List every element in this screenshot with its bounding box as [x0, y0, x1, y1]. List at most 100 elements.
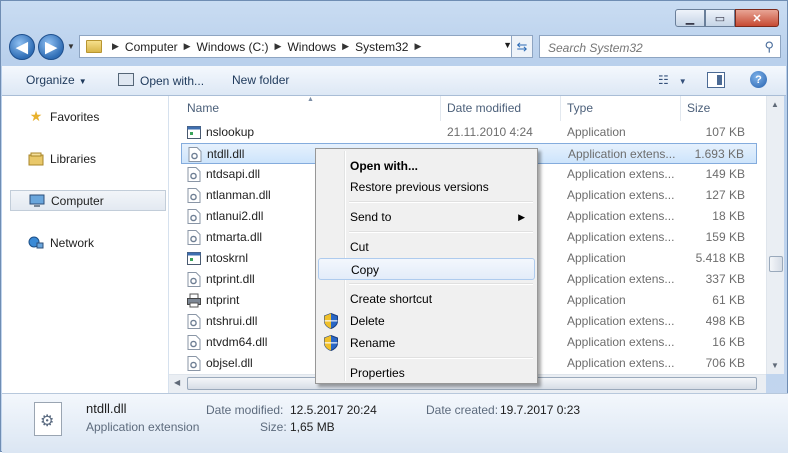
- help-icon[interactable]: ?: [750, 71, 767, 88]
- dll-file-icon: [187, 314, 201, 329]
- sidebar-item-label: Network: [50, 235, 95, 250]
- star-icon: ★: [29, 108, 43, 124]
- refresh-icon: ⇆: [516, 38, 528, 54]
- chevron-right-icon[interactable]: ▶: [342, 41, 349, 52]
- menu-item-restore-previous-versions[interactable]: Restore previous versions: [318, 176, 535, 198]
- dll-file-icon: [187, 188, 201, 203]
- file-size: 159 KB: [705, 230, 745, 244]
- file-row[interactable]: nslookup 21.11.2010 4:24 Application 107 KB: [181, 122, 757, 143]
- file-name: nslookup: [206, 125, 255, 139]
- file-name: objsel.dll: [206, 356, 253, 370]
- column-header-date[interactable]: Date modified: [441, 96, 561, 121]
- file-size: 18 KB: [712, 209, 745, 223]
- details-file-name: ntdll.dll: [86, 401, 127, 416]
- caption-buttons: ▁ ▭ ✕: [675, 9, 779, 27]
- column-headers: ▲ Name Date modified Type Size: [169, 96, 766, 121]
- dll-file-icon: [187, 167, 201, 182]
- file-size: 127 KB: [705, 188, 745, 202]
- file-name: ntoskrnl: [206, 251, 249, 265]
- breadcrumb-windows-c[interactable]: Windows (C:): [197, 40, 269, 54]
- chevron-right-icon[interactable]: ▶: [184, 41, 191, 52]
- menu-item-create-shortcut[interactable]: Create shortcut: [318, 288, 535, 310]
- vertical-scrollbar[interactable]: ▲ ▼: [766, 96, 784, 374]
- file-size: 706 KB: [705, 356, 745, 370]
- dll-file-icon: [187, 272, 201, 287]
- file-name: ntprint.dll: [206, 272, 255, 286]
- file-type: Application extens...: [567, 335, 675, 349]
- file-name: ntvdm64.dll: [206, 335, 268, 349]
- sidebar-item-label: Computer: [51, 193, 104, 208]
- change-view-button[interactable]: ☷ ▼: [658, 73, 687, 87]
- menu-item-delete[interactable]: Delete: [318, 310, 535, 332]
- file-size: 337 KB: [705, 272, 745, 286]
- menu-item-label: Copy: [351, 263, 380, 277]
- file-size: 107 KB: [705, 125, 745, 139]
- scroll-up-icon[interactable]: ▲: [771, 100, 779, 109]
- chevron-down-icon: ▼: [678, 77, 687, 86]
- column-header-size[interactable]: Size: [681, 96, 766, 121]
- close-button[interactable]: ✕: [735, 9, 779, 27]
- recent-pages-dropdown-icon[interactable]: ▼: [67, 42, 75, 51]
- details-size-label: Size:: [260, 420, 287, 434]
- dll-file-icon: [187, 230, 201, 245]
- menu-item-label: Delete: [350, 314, 385, 328]
- organize-button[interactable]: Organize ▼: [26, 73, 87, 87]
- address-bar[interactable]: ▶ Computer ▶ Windows (C:) ▶ Windows ▶ Sy…: [79, 35, 529, 58]
- scroll-thumb[interactable]: [769, 256, 783, 272]
- scroll-left-icon[interactable]: ◀: [174, 378, 180, 387]
- chevron-right-icon[interactable]: ▶: [275, 41, 282, 52]
- column-header-type[interactable]: Type: [561, 96, 681, 121]
- library-icon: [28, 151, 44, 167]
- search-icon[interactable]: ⚲: [764, 39, 774, 55]
- file-name: ntlanui2.dll: [206, 209, 264, 223]
- file-size: 149 KB: [705, 167, 745, 181]
- breadcrumb-computer[interactable]: Computer: [125, 40, 178, 54]
- file-type: Application extens...: [567, 209, 675, 223]
- menu-item-rename[interactable]: Rename: [318, 332, 535, 354]
- maximize-button[interactable]: ▭: [705, 9, 735, 27]
- preview-pane-icon[interactable]: [707, 72, 725, 88]
- forward-button[interactable]: ▶: [38, 34, 64, 60]
- file-type: Application extens...: [567, 272, 675, 286]
- organize-label: Organize: [26, 73, 75, 87]
- menu-separator: [349, 357, 533, 359]
- menu-item-open-with[interactable]: Open with...: [318, 155, 535, 177]
- refresh-button[interactable]: ⇆: [511, 35, 533, 58]
- sidebar-item-libraries[interactable]: Libraries: [10, 148, 166, 169]
- new-folder-button[interactable]: New folder: [232, 73, 289, 87]
- back-button[interactable]: ◀: [9, 34, 35, 60]
- sidebar-item-favorites[interactable]: ★ Favorites: [10, 106, 166, 127]
- menu-separator: [349, 201, 533, 203]
- search-box[interactable]: ⚲: [539, 35, 781, 58]
- file-name: ntdsapi.dll: [206, 167, 261, 181]
- breadcrumb-system32[interactable]: System32: [355, 40, 408, 54]
- sidebar-item-network[interactable]: Network: [10, 232, 166, 253]
- navigation-pane: ★ Favorites Libraries Computer Network: [2, 96, 169, 393]
- breadcrumb: ▶ Computer ▶ Windows (C:) ▶ Windows ▶ Sy…: [108, 40, 427, 54]
- context-menu: Open with... Restore previous versions Sen…: [315, 148, 538, 384]
- printer-icon: [187, 293, 201, 308]
- search-input[interactable]: [546, 37, 750, 58]
- application-icon: [187, 251, 201, 266]
- computer-icon: [29, 193, 45, 209]
- menu-item-copy[interactable]: Copy: [318, 258, 535, 280]
- menu-item-label: Rename: [350, 336, 396, 350]
- breadcrumb-windows[interactable]: Windows: [287, 40, 336, 54]
- dll-file-icon: [34, 402, 62, 436]
- file-type: Application: [567, 125, 626, 139]
- file-type: Application extens...: [567, 314, 675, 328]
- open-with-button[interactable]: Open with...: [118, 73, 204, 88]
- chevron-right-icon[interactable]: ▶: [414, 41, 421, 52]
- chevron-right-icon[interactable]: ▶: [112, 41, 119, 52]
- file-name-cell: nslookup: [187, 122, 437, 143]
- menu-item-send-to[interactable]: Send to ▶: [318, 206, 535, 228]
- column-header-name[interactable]: Name: [181, 96, 441, 121]
- application-icon: [187, 125, 201, 140]
- new-folder-label: New folder: [232, 73, 290, 87]
- details-date-created-label: Date created:: [426, 403, 499, 417]
- minimize-button[interactable]: ▁: [675, 9, 705, 27]
- menu-item-properties[interactable]: Properties: [318, 362, 535, 384]
- scroll-down-icon[interactable]: ▼: [771, 361, 779, 370]
- sidebar-item-computer[interactable]: Computer: [10, 190, 166, 211]
- menu-item-cut[interactable]: Cut: [318, 236, 535, 258]
